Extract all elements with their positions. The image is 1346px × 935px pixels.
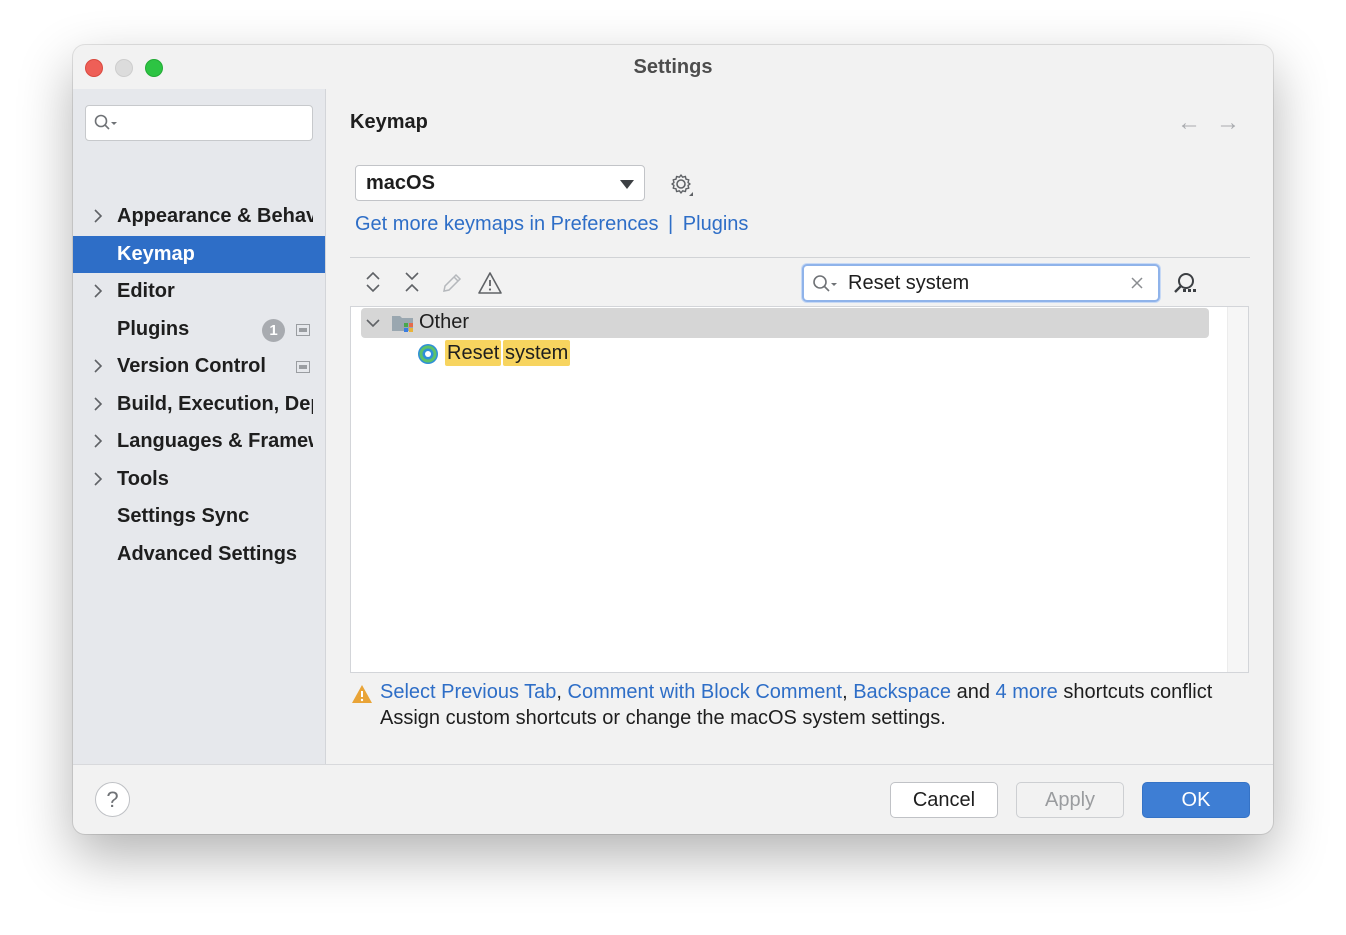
- expand-all-icon[interactable]: [363, 271, 383, 293]
- conflict-separator: ,: [842, 681, 848, 703]
- gear-icon[interactable]: [669, 172, 695, 198]
- plugins-link[interactable]: Plugins: [683, 213, 749, 235]
- tree-scrollbar[interactable]: [1227, 307, 1248, 672]
- footer-divider: [73, 764, 326, 765]
- show-conflicts-icon[interactable]: [477, 271, 503, 295]
- project-level-icon: [296, 361, 310, 373]
- sidebar-item-tools[interactable]: Tools: [73, 461, 325, 498]
- highlighted-match: system: [503, 340, 571, 366]
- ok-button[interactable]: OK: [1142, 782, 1250, 818]
- chevron-right-icon: [94, 472, 103, 486]
- chevron-right-icon: [94, 209, 103, 223]
- conflict-link-select-previous-tab[interactable]: Select Previous Tab: [380, 681, 556, 703]
- footer-divider: [326, 764, 1273, 765]
- cancel-button[interactable]: Cancel: [890, 782, 998, 818]
- sidebar-item-languages[interactable]: Languages & Frameworks: [73, 423, 325, 460]
- sidebar-item-label: Advanced Settings: [117, 543, 298, 565]
- sidebar-item-editor[interactable]: Editor: [73, 273, 325, 310]
- keymap-search-input[interactable]: [848, 270, 1118, 296]
- conflict-link-comment-block[interactable]: Comment with Block Comment: [568, 681, 843, 703]
- clear-search-icon[interactable]: [1130, 276, 1144, 290]
- sidebar-item-label: Editor: [117, 280, 175, 302]
- dropdown-caret-icon: [620, 180, 634, 189]
- sidebar-search-input[interactable]: [85, 105, 313, 141]
- find-by-shortcut-icon[interactable]: [1172, 271, 1198, 297]
- sidebar-item-label: Settings Sync: [117, 505, 250, 527]
- sidebar-item-label: Appearance & Behavior: [117, 205, 313, 227]
- folder-icon: [392, 316, 413, 332]
- chevron-down-icon[interactable]: [365, 317, 381, 329]
- window-title: Settings: [633, 56, 713, 78]
- keymap-select[interactable]: macOS: [355, 165, 645, 201]
- forward-arrow-icon[interactable]: →: [1216, 111, 1240, 135]
- settings-window: Settings Appearance & Behavior Keymap Ed…: [73, 45, 1273, 834]
- collapse-all-icon[interactable]: [402, 271, 422, 293]
- tree-group-row[interactable]: Other: [361, 308, 1209, 338]
- chevron-right-icon: [94, 397, 103, 411]
- tree-group-label: Other: [419, 311, 470, 333]
- sidebar-item-appearance[interactable]: Appearance & Behavior: [73, 198, 325, 235]
- sidebar-item-label: Build, Execution, Deployment: [117, 393, 313, 415]
- apply-button[interactable]: Apply: [1016, 782, 1124, 818]
- sidebar-item-version-control[interactable]: Version Control: [73, 348, 325, 385]
- title-bar: Settings: [73, 45, 1273, 89]
- search-icon: [94, 114, 117, 130]
- keymap-action-tree[interactable]: Other Reset system: [350, 306, 1249, 673]
- conflict-subtext: Assign custom shortcuts or change the ma…: [380, 707, 946, 729]
- conflict-link-more[interactable]: 4 more: [996, 681, 1058, 703]
- project-level-icon: [296, 324, 310, 336]
- sidebar-item-label: Languages & Frameworks: [117, 430, 313, 452]
- back-arrow-icon[interactable]: ←: [1177, 111, 1201, 135]
- highlighted-match: Reset: [445, 340, 502, 366]
- plugins-update-badge: 1: [262, 319, 285, 342]
- sidebar-item-build[interactable]: Build, Execution, Deployment: [73, 386, 325, 423]
- conflict-link-backspace[interactable]: Backspace: [853, 681, 951, 703]
- edit-shortcut-icon[interactable]: [440, 271, 464, 295]
- sidebar-item-label: Plugins: [117, 318, 190, 340]
- sidebar-item-plugins[interactable]: Plugins 1: [73, 311, 325, 348]
- sidebar-item-advanced-settings[interactable]: Advanced Settings: [73, 536, 325, 573]
- sidebar-item-label: Tools: [117, 468, 169, 490]
- conflict-separator: ,: [556, 681, 562, 703]
- warning-icon: [352, 685, 372, 703]
- sidebar-item-settings-sync[interactable]: Settings Sync: [73, 498, 325, 535]
- sidebar-item-label: Version Control: [117, 355, 266, 377]
- sidebar: Appearance & Behavior Keymap Editor Plug…: [73, 89, 326, 764]
- keymap-links: Get more keymaps in Preferences | Plugin…: [355, 213, 748, 236]
- search-icon: [813, 275, 837, 292]
- get-more-keymaps-link[interactable]: Get more keymaps in Preferences: [355, 213, 658, 235]
- chevron-right-icon: [94, 434, 103, 448]
- reset-system-action-icon: [418, 344, 438, 364]
- chevron-right-icon: [94, 284, 103, 298]
- link-separator: |: [668, 213, 674, 235]
- keymap-filter-box: [802, 264, 1160, 302]
- section-divider: [350, 257, 1250, 258]
- help-button[interactable]: ?: [95, 782, 130, 817]
- conflict-suffix-text: shortcuts conflict: [1063, 681, 1213, 703]
- sidebar-item-keymap[interactable]: Keymap: [73, 236, 325, 273]
- chevron-right-icon: [94, 359, 103, 373]
- sidebar-item-label: Keymap: [117, 243, 195, 265]
- conflict-and-text: and: [956, 681, 990, 703]
- keymap-select-value: macOS: [366, 172, 435, 194]
- page-title: Keymap: [350, 111, 428, 133]
- conflict-message: Select Previous Tab, Comment with Block …: [380, 681, 1212, 704]
